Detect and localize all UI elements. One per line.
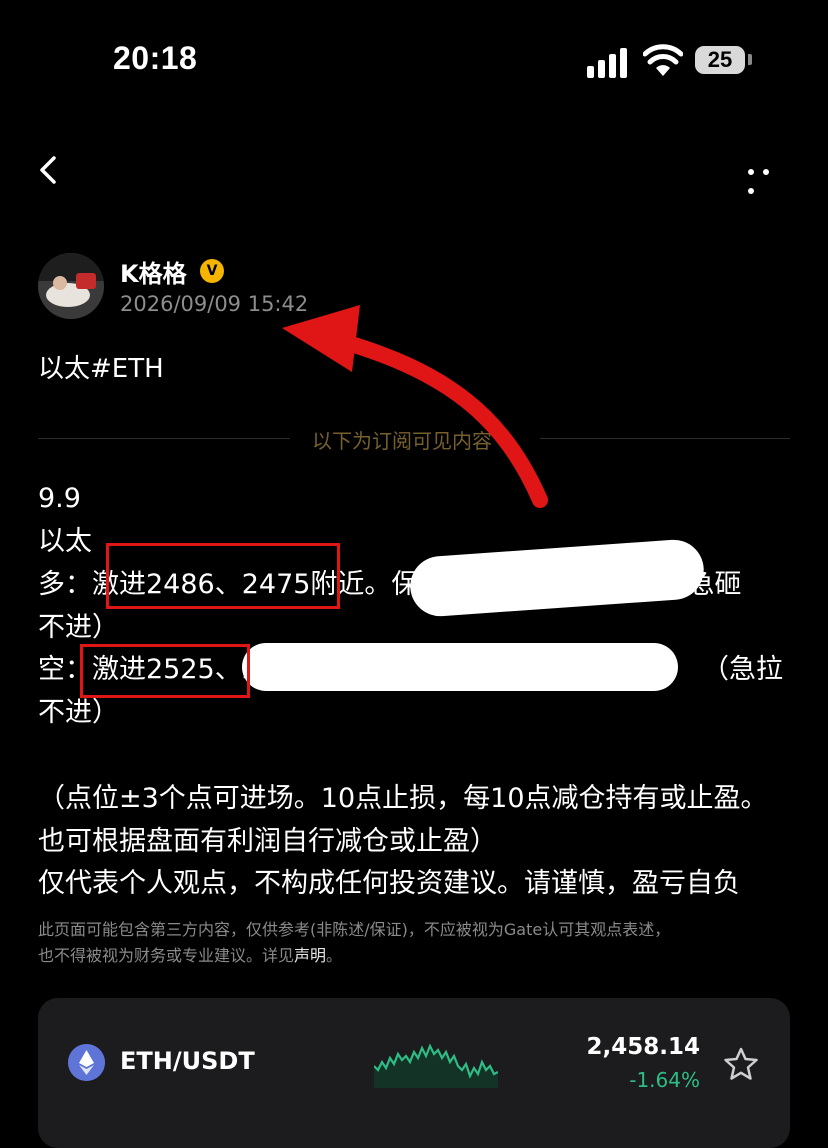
divider-line-left — [38, 438, 290, 439]
redaction-blot — [408, 537, 706, 619]
highlight-box-long — [106, 543, 340, 609]
battery-tip — [748, 54, 752, 65]
short-tail: （急拉 — [702, 654, 783, 685]
post-date: 9.9 — [38, 483, 81, 514]
disclaimer-line-1: 此页面可能包含第三方内容，仅供参考(非陈述/保证)，不应被视为Gate认可其观点… — [38, 920, 671, 939]
highlight-box-short — [80, 644, 250, 698]
note-line-1: （点位±3个点可进场。10点止损，每10点减仓持有或止盈。 — [38, 783, 768, 814]
ticker-pair[interactable]: ETH/USDT — [120, 1047, 255, 1075]
eth-icon — [68, 1044, 105, 1081]
long-prefix: 多： — [38, 569, 92, 600]
disclaimer-text: 也不得被视为财务或专业建议。详见 — [38, 946, 295, 965]
sparkline-chart — [374, 1043, 498, 1088]
note-line-2: 也可根据盘面有利润自行减仓或止盈） — [38, 826, 497, 857]
post-timestamp: 2026/09/09 15:42 — [120, 292, 309, 316]
battery-icon: 25 — [695, 46, 745, 74]
subscription-divider-label: 以下为订阅可见内容 — [312, 429, 492, 453]
redaction-blot — [242, 643, 678, 691]
divider-line-right — [540, 438, 790, 439]
wifi-icon — [643, 44, 683, 76]
ticker-change: -1.64% — [629, 1068, 700, 1092]
note-line-3: 仅代表个人观点，不构成任何投资建议。请谨慎，盈亏自负 — [38, 868, 740, 899]
verified-badge-icon: V — [200, 259, 224, 283]
post-asset: 以太 — [38, 526, 92, 557]
long-cont: 不进） — [38, 612, 119, 643]
favorite-star-icon[interactable] — [722, 1046, 760, 1082]
author-name[interactable]: K格格 — [120, 254, 187, 289]
more-options-icon[interactable] — [748, 160, 788, 194]
disclaimer-line-2: 也不得被视为财务或专业建议。详见声明。 — [38, 944, 342, 968]
post-title: 以太#ETH — [38, 354, 164, 384]
avatar[interactable] — [38, 253, 104, 319]
status-icons: 25 — [587, 44, 757, 78]
status-time: 20:18 — [113, 40, 198, 76]
back-chevron-icon[interactable] — [34, 150, 70, 190]
disclaimer-link[interactable]: 声明 — [294, 946, 326, 965]
ticker-price: 2,458.14 — [586, 1034, 701, 1060]
disclaimer-end: 。 — [326, 946, 343, 965]
